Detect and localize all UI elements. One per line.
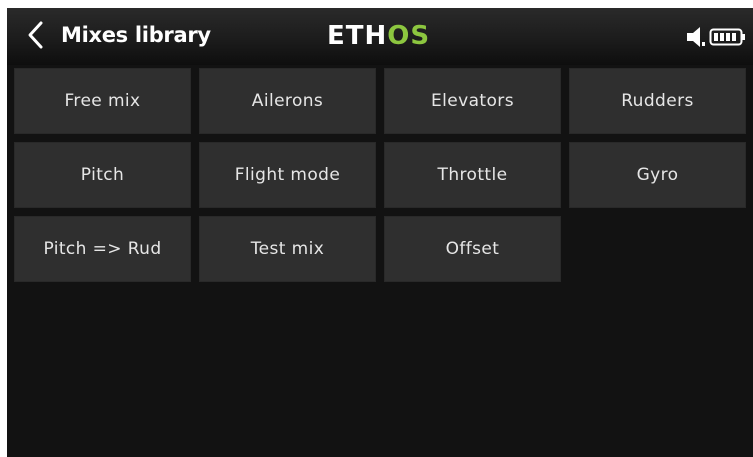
logo-text-os: OS (387, 21, 431, 51)
status-area (685, 25, 747, 49)
mix-offset[interactable]: Offset (384, 216, 561, 282)
mix-rudders[interactable]: Rudders (569, 68, 746, 134)
mix-free-mix[interactable]: Free mix (14, 68, 191, 134)
mix-throttle[interactable]: Throttle (384, 142, 561, 208)
chevron-left-icon (28, 21, 43, 49)
mix-pitch[interactable]: Pitch (14, 142, 191, 208)
mixes-library-screen: Mixes library ETHOS Free mix Ailerons El… (7, 8, 753, 457)
header-bar: Mixes library ETHOS (7, 8, 753, 65)
logo-text-eth: ETH (327, 21, 388, 51)
mix-ailerons[interactable]: Ailerons (199, 68, 376, 134)
mix-test-mix[interactable]: Test mix (199, 216, 376, 282)
speaker-icon[interactable] (685, 25, 707, 53)
mix-elevators[interactable]: Elevators (384, 68, 561, 134)
mix-gyro[interactable]: Gyro (569, 142, 746, 208)
ethos-logo: ETHOS (327, 21, 452, 51)
page-title: Mixes library (61, 23, 211, 47)
back-button[interactable] (21, 18, 51, 52)
battery-icon (709, 25, 747, 53)
mix-pitch-to-rud[interactable]: Pitch => Rud (14, 216, 191, 282)
mix-flight-mode[interactable]: Flight mode (199, 142, 376, 208)
